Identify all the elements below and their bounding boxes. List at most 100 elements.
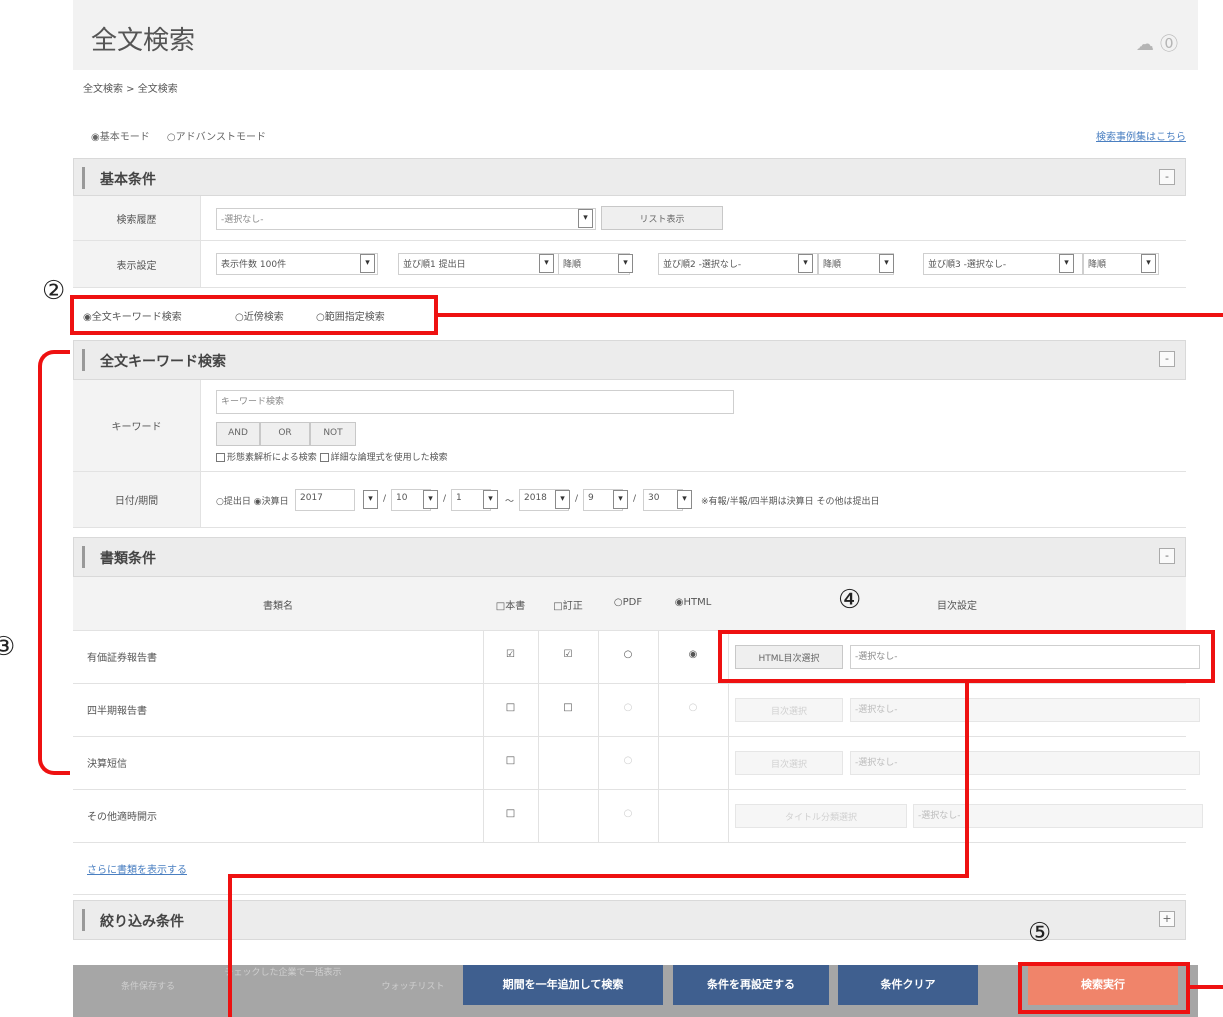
grid-line (538, 737, 539, 790)
annotation-number-4: ④ (838, 585, 862, 615)
grid-line (483, 684, 484, 737)
add-year-search-button[interactable]: 期間を一年追加して検索 (463, 965, 663, 1005)
basic-conditions-header: 基本条件 - (73, 158, 1186, 196)
page: 全文検索 ☁⓪ 全文検索 > 全文検索 ◉基本モード ○アドバンストモード 検索… (73, 0, 1203, 1017)
chevron-down-icon[interactable]: ▾ (677, 490, 692, 509)
display-count-label: 表示件数 (221, 260, 258, 270)
more-docs-row: さらに書類を表示する (73, 843, 1186, 895)
html-radio[interactable]: ○ (658, 702, 728, 713)
chevron-down-icon[interactable]: ▾ (1141, 254, 1156, 273)
main-checkbox[interactable]: □ (483, 808, 538, 819)
annotation-line-4-h (228, 874, 969, 878)
grid-line (728, 790, 729, 843)
col-pdf-radio[interactable]: ○PDF (598, 597, 658, 608)
chevron-down-icon[interactable]: ▾ (613, 490, 628, 509)
chevron-down-icon[interactable]: ▾ (539, 254, 554, 273)
search-examples-link[interactable]: 検索事例集はこちら (1096, 128, 1186, 143)
pdf-radio[interactable]: ○ (598, 808, 658, 819)
col-main-checkbox[interactable]: □本書 (483, 597, 538, 612)
chevron-down-icon[interactable]: ▾ (483, 490, 498, 509)
col-toc: 目次設定 (937, 601, 977, 612)
toc-select[interactable]: -選択なし- (913, 804, 1203, 828)
pdf-radio[interactable]: ○ (598, 755, 658, 766)
not-button[interactable]: NOT (310, 422, 356, 446)
doc-name: その他適時開示 (87, 812, 157, 823)
date-type-radios[interactable]: ○提出日 ◉決算日 (216, 494, 289, 507)
or-button[interactable]: OR (260, 422, 310, 446)
toc-select-button[interactable]: 目次選択 (735, 751, 843, 775)
clear-conditions-button[interactable]: 条件クリア (838, 965, 978, 1005)
main-checkbox[interactable]: ☑ (483, 649, 538, 660)
reset-conditions-button[interactable]: 条件を再設定する (673, 965, 829, 1005)
history-row: 検索履歴 -選択なし- ▾ リスト表示 (73, 196, 1186, 241)
display-settings-label: 表示設定 (73, 241, 201, 287)
col-amend-checkbox[interactable]: □訂正 (538, 597, 598, 612)
annotation-number-5: ⑤ (1028, 918, 1052, 948)
doc-name: 有価証券報告書 (87, 653, 157, 664)
date-label: 日付/期間 (73, 472, 201, 527)
bulk-display-button[interactable]: チェックした企業で一括表示 (223, 965, 343, 978)
chevron-down-icon[interactable]: ▾ (1059, 254, 1074, 273)
chevron-down-icon[interactable]: ▾ (879, 254, 894, 273)
chevron-down-icon[interactable]: ▾ (578, 209, 593, 228)
toc-select-button[interactable]: 目次選択 (735, 698, 843, 722)
amend-checkbox[interactable]: □ (538, 702, 598, 713)
collapse-toggle[interactable]: - (1159, 351, 1175, 367)
basic-mode-radio[interactable]: ◉基本モード (91, 132, 150, 143)
collapse-toggle[interactable]: - (1159, 169, 1175, 185)
main-checkbox[interactable]: □ (483, 755, 538, 766)
chevron-down-icon[interactable]: ▾ (423, 490, 438, 509)
col-html-radio[interactable]: ◉HTML (658, 597, 728, 608)
morph-checkbox[interactable] (216, 453, 225, 462)
grid-line (658, 631, 659, 684)
chevron-down-icon[interactable]: ▾ (360, 254, 375, 273)
chevron-down-icon[interactable]: ▾ (555, 490, 570, 509)
expand-toggle[interactable]: + (1159, 911, 1175, 927)
chevron-down-icon[interactable]: ▾ (798, 254, 813, 273)
display-count-select[interactable]: 表示件数 100件 (216, 253, 378, 275)
toc-select[interactable]: -選択なし- (850, 698, 1200, 722)
table-row: 四半期報告書 □ □ ○ ○ 目次選択 -選択なし- (73, 684, 1200, 737)
keyword-section-header: 全文キーワード検索 - (73, 340, 1186, 380)
grid-line (483, 631, 484, 684)
advanced-mode-radio[interactable]: ○アドバンストモード (167, 132, 266, 143)
page-header: 全文検索 ☁⓪ (73, 0, 1198, 70)
sort2-select[interactable]: 並び順2 -選択なし- (658, 253, 818, 275)
main-checkbox[interactable]: □ (483, 702, 538, 713)
table-row: 決算短信 □ ○ 目次選択 -選択なし- (73, 737, 1200, 790)
from-year-select[interactable]: 2017 (295, 489, 355, 511)
doc-name: 四半期報告書 (87, 706, 147, 717)
help-hat-icon[interactable]: ☁ (1136, 34, 1160, 55)
and-button[interactable]: AND (216, 422, 260, 446)
keyword-row: キーワード キーワード検索 AND OR NOT 形態素解析による検索 詳細な論… (73, 380, 1186, 472)
grid-line (483, 737, 484, 790)
grid-line (538, 684, 539, 737)
logic-checkbox[interactable] (319, 453, 329, 462)
sort2-value: -選択なし- (698, 260, 742, 270)
slash: / (443, 494, 447, 504)
more-documents-link[interactable]: さらに書類を表示する (87, 861, 187, 876)
pdf-radio[interactable]: ○ (598, 649, 658, 660)
section-title: 全文キーワード検索 (100, 354, 226, 370)
question-icon[interactable]: ⓪ (1160, 34, 1184, 55)
keyword-input[interactable]: キーワード検索 (216, 390, 734, 414)
chevron-down-icon[interactable]: ▾ (363, 490, 378, 509)
toc-select-button[interactable]: タイトル分類選択 (735, 804, 907, 828)
filter-conditions-header: 絞り込み条件 + (73, 900, 1186, 940)
grid-line (538, 790, 539, 843)
sort1-label: 並び順1 (403, 260, 436, 270)
date-row: 日付/期間 ○提出日 ◉決算日 2017 ▾ / 10 ▾ / 1 ▾ 〜 20… (73, 472, 1186, 528)
pdf-radio[interactable]: ○ (598, 702, 658, 713)
doc-name: 決算短信 (87, 759, 127, 770)
annotation-line-4-v (965, 683, 969, 878)
amend-checkbox[interactable]: ☑ (538, 649, 598, 660)
save-conditions-button[interactable]: 条件保存する (103, 979, 193, 992)
watchlist-button[interactable]: ウォッチリスト (373, 979, 453, 992)
list-display-button[interactable]: リスト表示 (601, 206, 723, 230)
history-label: 検索履歴 (73, 196, 201, 240)
toc-select[interactable]: -選択なし- (850, 751, 1200, 775)
history-select[interactable]: -選択なし- (216, 208, 596, 230)
grid-line (658, 790, 659, 843)
collapse-toggle[interactable]: - (1159, 548, 1175, 564)
chevron-down-icon[interactable]: ▾ (618, 254, 633, 273)
